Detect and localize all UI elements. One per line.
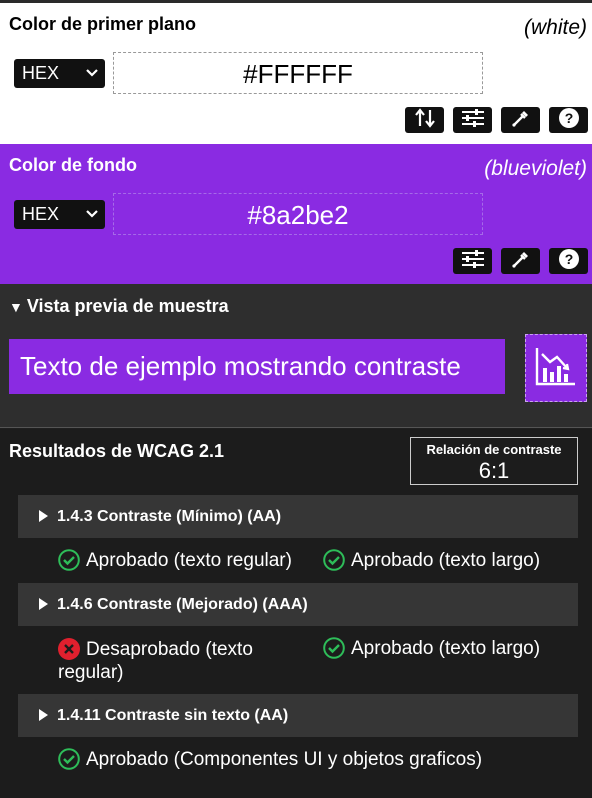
result-text: Aprobado (texto largo) xyxy=(351,550,541,571)
eyedropper-icon xyxy=(511,249,531,274)
foreground-adjust-button[interactable] xyxy=(453,107,492,133)
foreground-toolbar: ? xyxy=(405,107,588,133)
background-hex-input[interactable]: #8a2be2 xyxy=(113,193,483,235)
foreground-format-value: HEX xyxy=(22,63,60,83)
help-icon: ? xyxy=(558,248,580,275)
eyedropper-icon xyxy=(511,108,531,133)
wcag-title: Resultados de WCAG 2.1 xyxy=(9,441,225,461)
background-adjust-button[interactable] xyxy=(453,248,492,274)
result-item: Aprobado (texto largo) xyxy=(323,549,540,572)
check-circle-icon xyxy=(323,549,345,571)
check-circle-icon xyxy=(323,637,345,659)
contrast-ratio-label: Relación de contraste xyxy=(426,442,562,457)
chevron-down-icon xyxy=(85,62,99,84)
foreground-hex-input[interactable]: #FFFFFF xyxy=(113,52,483,94)
foreground-format-select[interactable]: HEX xyxy=(14,59,105,88)
background-eyedropper-button[interactable] xyxy=(501,248,540,274)
result-text: Aprobado (Componentes UI y objetos grafi… xyxy=(86,749,483,770)
wcag-results-panel: Resultados de WCAG 2.1 Relación de contr… xyxy=(0,429,592,798)
criterion-1-4-3-toggle[interactable]: 1.4.3 Contraste (Mínimo) (AA) xyxy=(18,495,578,538)
sliders-icon xyxy=(461,249,485,273)
foreground-title: Color de primer plano xyxy=(9,14,197,34)
triangle-right-icon xyxy=(39,598,48,610)
result-item: Aprobado (texto regular) xyxy=(58,549,292,572)
background-color-panel: Color de fondo (blueviolet) HEX #8a2be2 … xyxy=(0,144,592,284)
result-item: Aprobado (texto largo) xyxy=(323,637,540,660)
contrast-ratio-box: Relación de contraste 6:1 xyxy=(410,437,578,485)
check-circle-icon xyxy=(58,549,80,571)
foreground-color-panel: Color de primer plano (white) HEX #FFFFF… xyxy=(0,3,592,144)
result-text: Desaprobado (texto regular) xyxy=(58,639,253,683)
background-toolbar: ? xyxy=(453,248,588,274)
sample-text: Texto de ejemplo mostrando contraste xyxy=(9,339,505,394)
criterion-label: 1.4.11 Contraste sin texto (AA) xyxy=(57,707,289,724)
criterion-1-4-6-toggle[interactable]: 1.4.6 Contraste (Mejorado) (AAA) xyxy=(18,583,578,626)
check-circle-icon xyxy=(58,748,80,770)
background-color-name: (blueviolet) xyxy=(484,157,587,180)
result-text: Aprobado (texto regular) xyxy=(86,550,292,571)
swap-icon xyxy=(414,107,436,133)
svg-text:?: ? xyxy=(564,110,573,126)
background-help-button[interactable]: ? xyxy=(549,248,588,274)
foreground-color-name: (white) xyxy=(523,16,587,39)
triangle-down-icon: ▼ xyxy=(9,299,23,315)
chart-button[interactable] xyxy=(525,334,587,402)
sample-preview-panel: ▼ Vista previa de muestra Texto de ejempl… xyxy=(0,284,592,428)
svg-text:?: ? xyxy=(564,251,573,267)
triangle-right-icon xyxy=(39,510,48,522)
result-text: Aprobado (texto largo) xyxy=(351,638,541,659)
criterion-1-4-11-toggle[interactable]: 1.4.11 Contraste sin texto (AA) xyxy=(18,694,578,737)
chevron-down-icon xyxy=(85,203,99,225)
preview-toggle[interactable]: ▼ Vista previa de muestra xyxy=(9,296,229,317)
result-item: Aprobado (Componentes UI y objetos grafi… xyxy=(58,748,482,771)
criterion-label: 1.4.6 Contraste (Mejorado) (AAA) xyxy=(57,596,308,613)
sliders-icon xyxy=(461,108,485,132)
background-title: Color de fondo xyxy=(9,155,137,175)
background-format-select[interactable]: HEX xyxy=(14,200,105,229)
chart-icon xyxy=(535,346,577,391)
swap-colors-button[interactable] xyxy=(405,107,444,133)
criterion-label: 1.4.3 Contraste (Mínimo) (AA) xyxy=(57,508,282,525)
error-circle-icon xyxy=(58,638,80,660)
result-item: Desaprobado (texto regular) xyxy=(58,638,288,684)
foreground-help-button[interactable]: ? xyxy=(549,107,588,133)
help-icon: ? xyxy=(558,107,580,134)
preview-title: Vista previa de muestra xyxy=(26,296,229,316)
foreground-eyedropper-button[interactable] xyxy=(501,107,540,133)
contrast-ratio-value: 6:1 xyxy=(478,458,510,483)
triangle-right-icon xyxy=(39,709,48,721)
background-format-value: HEX xyxy=(22,204,60,224)
